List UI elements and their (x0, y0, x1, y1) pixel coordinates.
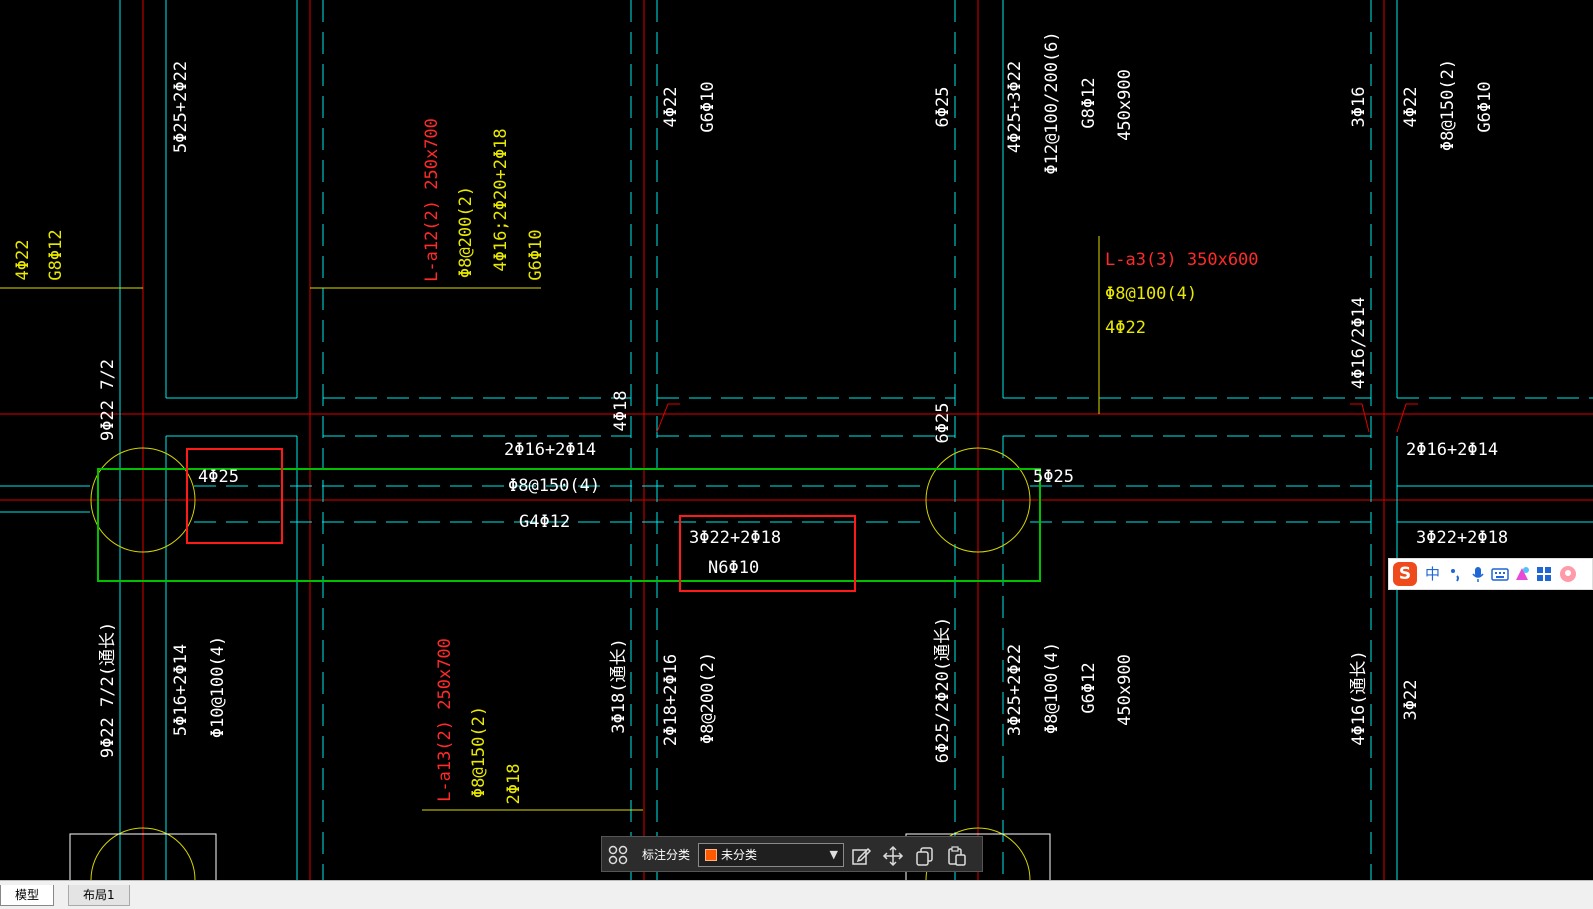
label-beam-l-a12: L-a12(2) 250x700 (422, 118, 442, 282)
label-2d18: 2Φ18 (504, 764, 524, 805)
microphone-icon[interactable] (1469, 565, 1487, 583)
label-d8-200-2-bottom: Φ8@200(2) (698, 652, 718, 744)
label-d8-100-4-bottom: Φ8@100(4) (1042, 642, 1062, 734)
label-450x900-top: 450x900 (1115, 69, 1135, 141)
ime-toolbar[interactable]: S 中 (1388, 558, 1593, 590)
layout-tab-bar: 模型 布局1 (0, 880, 1593, 909)
apps-icon[interactable] (1535, 565, 1553, 583)
label-g6d10-mid: G6Φ10 (698, 81, 718, 132)
sogou-logo-icon[interactable]: S (1393, 562, 1417, 586)
label-3d25-2d22: 3Φ25+2Φ22 (1005, 644, 1025, 736)
grid-icon[interactable] (608, 845, 628, 865)
label-d12-100-200: Φ12@100/200(6) (1042, 31, 1062, 174)
label-beam-l-a13: L-a13(2) 250x700 (435, 638, 455, 802)
label-d8-150-4: Φ8@150(4) (508, 476, 600, 496)
label-beam-l-a3: L-a3(3) 350x600 (1105, 250, 1259, 270)
label-g6d10-right: G6Φ10 (1475, 81, 1495, 132)
label-3d16: 3Φ16 (1349, 87, 1369, 128)
label-5d25-2d22: 5Φ25+2Φ22 (171, 61, 191, 153)
keyboard-icon[interactable] (1491, 565, 1509, 583)
punctuation-icon[interactable] (1447, 565, 1465, 583)
label-3d22-2d18-right: 3Φ22+2Φ18 (1416, 528, 1508, 548)
label-d10-100-4: Φ10@100(4) (208, 636, 228, 738)
category-select-value: 未分类 (721, 848, 758, 862)
label-9d22-tongchang: 9Φ22 7/2(通长) (98, 622, 118, 758)
move-icon[interactable] (882, 845, 904, 867)
label-6d25-mid: 6Φ25 (933, 403, 953, 444)
label-3d18-tongchang: 3Φ18(通长) (609, 638, 629, 733)
label-4d25: 4Φ25 (198, 467, 239, 487)
label-4d18: 4Φ18 (611, 391, 631, 432)
label-g8d12-right: G8Φ12 (1079, 77, 1099, 128)
label-2d16-2d14-mid: 2Φ16+2Φ14 (504, 440, 596, 460)
label-3d22-2d18-mid: 3Φ22+2Φ18 (689, 528, 781, 548)
ime-mode-toggle[interactable]: 中 (1425, 565, 1440, 583)
label-5d16-2d14: 5Φ16+2Φ14 (171, 644, 191, 736)
label-6d25-top: 6Φ25 (933, 87, 953, 128)
paste-icon[interactable] (946, 845, 968, 867)
category-label: 标注分类 (642, 848, 691, 862)
category-color-swatch (705, 849, 717, 861)
label-9d22-7-2: 9Φ22 7/2 (98, 359, 118, 441)
label-450x900-bottom: 450x900 (1115, 654, 1135, 726)
label-g8d12-left: G8Φ12 (46, 229, 66, 280)
label-4d16-2d20: 4Φ16;2Φ20+2Φ18 (491, 128, 511, 271)
label-4d22-yellow: 4Φ22 (1105, 318, 1146, 338)
label-4d16-tongchang: 4Φ16(通长) (1349, 650, 1369, 745)
label-g6d12: G6Φ12 (1079, 662, 1099, 713)
label-g6d10-yellow: G6Φ10 (526, 229, 546, 280)
copy-icon[interactable] (914, 845, 936, 867)
category-select[interactable]: 未分类 ▼ (698, 843, 844, 867)
label-n6d10: N6Φ10 (708, 558, 759, 578)
label-2d16-2d14-right: 2Φ16+2Φ14 (1406, 440, 1498, 460)
label-4d22-left: 4Φ22 (13, 240, 33, 281)
label-g4d12: G4Φ12 (519, 512, 570, 532)
skin-icon[interactable] (1513, 565, 1531, 583)
annotation-toolbar: 标注分类 未分类 ▼ (601, 836, 983, 872)
label-2d18-2d16: 2Φ18+2Φ16 (661, 654, 681, 746)
label-4d22-mid: 4Φ22 (661, 87, 681, 128)
edit-icon[interactable] (850, 845, 872, 867)
label-d8-150-2-right: Φ8@150(2) (1438, 59, 1458, 151)
cad-drawing-canvas[interactable]: 5Φ25+2Φ22 4Φ22 G8Φ12 L-a12(2) 250x700 Φ8… (0, 0, 1593, 880)
label-5d25: 5Φ25 (1033, 467, 1074, 487)
label-4d25-3d22: 4Φ25+3Φ22 (1005, 61, 1025, 153)
label-4d16-2d14: 4Φ16/2Φ14 (1349, 297, 1369, 389)
label-6d25-2d20: 6Φ25/2Φ20(通长) (933, 617, 953, 764)
label-d8-200-2-top: Φ8@200(2) (456, 186, 476, 278)
label-d8-150-2-bottom: Φ8@150(2) (469, 706, 489, 798)
avatar-icon[interactable] (1559, 565, 1577, 583)
label-4d22-right: 4Φ22 (1401, 87, 1421, 128)
label-d8-100-4-yellow: Φ8@100(4) (1105, 284, 1197, 304)
tab-layout1[interactable]: 布局1 (68, 885, 130, 906)
tab-model[interactable]: 模型 (0, 885, 55, 906)
label-3d22-bottom: 3Φ22 (1401, 680, 1421, 721)
chevron-down-icon[interactable]: ▼ (830, 848, 838, 861)
